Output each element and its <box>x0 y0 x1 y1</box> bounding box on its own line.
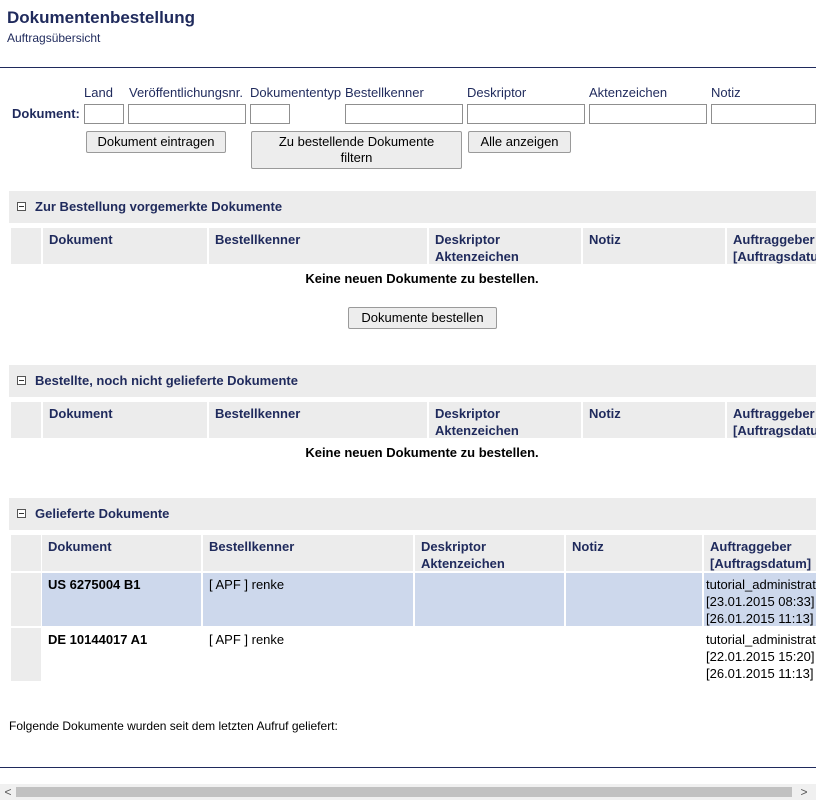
column-header-bestellkenner: Bestellkenner <box>203 535 413 571</box>
delivered-since-last-call-text: Folgende Dokumente wurden seit dem letzt… <box>9 719 338 733</box>
section-bestellt-title: Bestellte, noch nicht gelieferte Dokumen… <box>35 373 298 388</box>
column-header-notiz: Notiz <box>583 228 725 264</box>
page-subtitle: Auftragsübersicht <box>7 31 101 45</box>
column-header-auftragsdatum-label: [Auftragsdatum] <box>733 249 816 264</box>
column-header-bestellkenner: Bestellkenner <box>209 402 427 438</box>
scroll-left-icon[interactable]: < <box>0 784 16 800</box>
dokumente-bestellen-button[interactable]: Dokumente bestellen <box>348 307 497 329</box>
column-header-auftraggeber: Auftraggeber [Auftragsdatum] <box>727 402 816 438</box>
column-header-deskriptor: Deskriptor Aktenzeichen <box>429 228 581 264</box>
column-header-deskriptor: Deskriptor Aktenzeichen <box>415 535 564 571</box>
column-header-dokument: Dokument <box>42 535 201 571</box>
label-veroeffentlichungsnr: Veröffentlichungsnr. <box>129 85 243 100</box>
column-header-auftragsdatum-label: [Auftragsdatum] <box>733 423 816 438</box>
column-header-auftragsdatum-label: [Auftragsdatum] <box>710 556 812 571</box>
collapse-icon[interactable] <box>17 509 26 518</box>
row-auftragsdatum: [22.01.2015 15:20] <box>706 649 815 664</box>
label-deskriptor: Deskriptor <box>467 85 527 100</box>
land-input[interactable] <box>84 104 124 124</box>
column-header-spacer <box>11 228 41 264</box>
column-header-spacer <box>11 402 41 438</box>
column-header-dokument: Dokument <box>43 402 207 438</box>
veroeffentlichungsnr-input[interactable] <box>128 104 246 124</box>
alle-anzeigen-label: Alle anzeigen <box>480 134 559 149</box>
row-notiz <box>566 573 702 626</box>
column-header-spacer <box>11 535 41 571</box>
row-lieferdatum: [26.01.2015 11:13] <box>706 611 814 626</box>
section-geliefert-title: Gelieferte Dokumente <box>35 506 170 521</box>
column-header-aktenzeichen-label: Aktenzeichen <box>421 556 505 571</box>
row-selector[interactable] <box>11 628 41 681</box>
column-header-deskriptor-label: Deskriptor <box>421 539 487 554</box>
label-land: Land <box>84 85 113 100</box>
column-header-notiz: Notiz <box>583 402 725 438</box>
empty-message-vorgemerkt: Keine neuen Dokumente zu bestellen. <box>305 271 539 286</box>
column-header-auftraggeber: Auftraggeber [Auftragsdatum] <box>727 228 816 264</box>
row-dokument: US 6275004 B1 <box>42 573 201 626</box>
dokument-eintragen-button[interactable]: Dokument eintragen <box>86 131 226 153</box>
horizontal-scrollbar[interactable]: < > <box>0 784 816 800</box>
dokument-eintragen-label: Dokument eintragen <box>97 134 215 149</box>
column-header-deskriptor-label: Deskriptor <box>435 406 501 421</box>
row-deskriptor <box>415 628 564 681</box>
column-header-bestellkenner: Bestellkenner <box>209 228 427 264</box>
row-notiz <box>566 628 702 681</box>
column-header-auftraggeber: Auftraggeber [Auftragsdatum] <box>704 535 816 571</box>
filter-documents-button[interactable]: Zu bestellende Dokumente filtern <box>251 131 462 169</box>
row-selector[interactable] <box>11 573 41 626</box>
column-header-deskriptor-label: Deskriptor <box>435 232 501 247</box>
notiz-input[interactable] <box>711 104 816 124</box>
dokumente-bestellen-label: Dokumente bestellen <box>361 310 484 325</box>
row-auftraggeber-name: tutorial_administrat <box>706 632 816 647</box>
section-vorgemerkt-title: Zur Bestellung vorgemerkte Dokumente <box>35 199 283 214</box>
footer-divider <box>0 767 816 768</box>
column-header-auftraggeber-label: Auftraggeber <box>733 232 815 247</box>
aktenzeichen-input[interactable] <box>589 104 707 124</box>
label-dokumententyp: Dokumententyp <box>250 85 342 100</box>
scroll-right-icon[interactable]: > <box>796 784 812 800</box>
label-aktenzeichen: Aktenzeichen <box>589 85 668 100</box>
page-header: Dokumentenbestellung Auftragsübersicht <box>7 8 195 45</box>
section-bestellt-header[interactable]: Bestellte, noch nicht gelieferte Dokumen… <box>9 365 816 397</box>
row-bestellkenner: [ APF ] renke <box>203 573 413 626</box>
column-header-notiz: Notiz <box>566 535 702 571</box>
bestellkenner-input[interactable] <box>345 104 463 124</box>
column-header-aktenzeichen-label: Aktenzeichen <box>435 249 519 264</box>
row-lieferdatum: [26.01.2015 11:13] <box>706 666 814 681</box>
section-geliefert-header[interactable]: Gelieferte Dokumente <box>9 498 816 530</box>
page-title: Dokumentenbestellung <box>7 8 195 27</box>
label-bestellkenner: Bestellkenner <box>345 85 424 100</box>
section-vorgemerkt-header[interactable]: Zur Bestellung vorgemerkte Dokumente <box>9 191 816 223</box>
row-auftraggeber: tutorial_administrat [23.01.2015 08:33] … <box>704 573 816 626</box>
deskriptor-input[interactable] <box>467 104 585 124</box>
row-auftraggeber: tutorial_administrat [22.01.2015 15:20] … <box>704 628 816 681</box>
empty-message-bestellt: Keine neuen Dokumente zu bestellen. <box>305 445 539 460</box>
row-bestellkenner: [ APF ] renke <box>209 632 285 647</box>
row-deskriptor <box>415 573 564 626</box>
dokumententyp-input[interactable] <box>250 104 290 124</box>
collapse-icon[interactable] <box>17 376 26 385</box>
row-dokument: DE 10144017 A1 <box>48 632 148 647</box>
header-divider <box>0 67 816 68</box>
filter-button-label-line2: filtern <box>340 150 373 165</box>
scrollbar-thumb[interactable] <box>16 787 792 797</box>
column-header-aktenzeichen-label: Aktenzeichen <box>435 423 519 438</box>
column-header-deskriptor: Deskriptor Aktenzeichen <box>429 402 581 438</box>
column-header-auftraggeber-label: Auftraggeber <box>733 406 815 421</box>
alle-anzeigen-button[interactable]: Alle anzeigen <box>468 131 571 153</box>
row-auftragsdatum: [23.01.2015 08:33] <box>706 594 815 609</box>
column-header-auftraggeber-label: Auftraggeber <box>710 539 792 554</box>
document-row-label: Dokument: <box>12 106 80 121</box>
row-auftraggeber-name: tutorial_administrat <box>706 577 816 592</box>
column-header-dokument: Dokument <box>43 228 207 264</box>
collapse-icon[interactable] <box>17 202 26 211</box>
filter-button-label-line1: Zu bestellende Dokumente <box>278 134 435 149</box>
label-notiz: Notiz <box>711 85 741 100</box>
